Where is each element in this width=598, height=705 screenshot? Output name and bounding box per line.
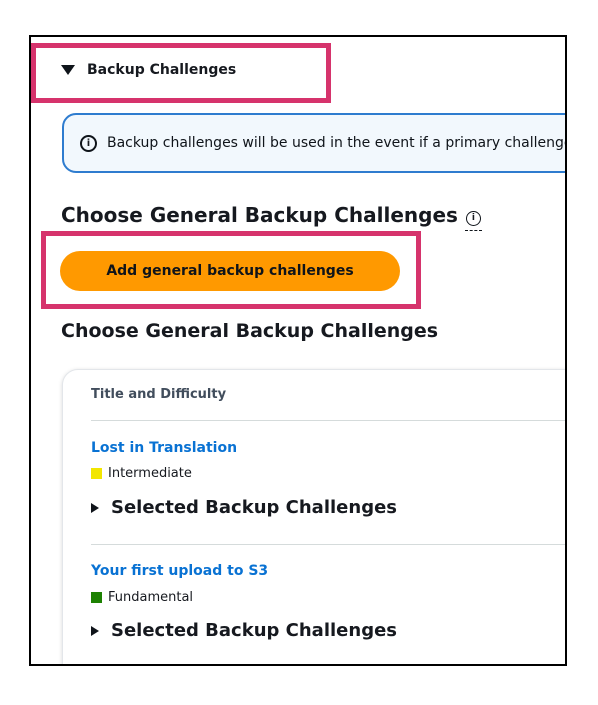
info-alert-text: Backup challenges will be used in the ev… — [107, 135, 567, 151]
difficulty-square-icon — [91, 592, 102, 603]
challenge-title-link[interactable]: Lost in Translation — [91, 440, 237, 456]
backup-challenges-toggle[interactable]: Backup Challenges — [61, 62, 236, 78]
difficulty-square-icon — [91, 468, 102, 479]
selected-backup-expander[interactable]: Selected Backup Challenges — [91, 497, 397, 518]
caret-right-icon — [91, 502, 99, 513]
difficulty-label: Intermediate — [108, 466, 192, 481]
header-divider — [91, 420, 565, 421]
general-backup-heading-text: Choose General Backup Challenges — [61, 203, 458, 227]
expander-label: Selected Backup Challenges — [111, 620, 397, 641]
difficulty-level: Intermediate — [91, 466, 192, 481]
screenshot-frame: Backup Challenges i Backup challenges wi… — [29, 35, 567, 666]
heading-info-icon[interactable]: i — [464, 210, 482, 231]
add-general-backup-button[interactable]: Add general backup challenges — [60, 251, 400, 291]
general-backup-heading: Choose General Backup Challenges i — [61, 203, 482, 231]
challenge-title-link[interactable]: Your first upload to S3 — [91, 563, 268, 579]
info-icon: i — [80, 134, 97, 152]
row-divider — [91, 544, 565, 545]
selected-backup-expander[interactable]: Selected Backup Challenges — [91, 620, 397, 641]
difficulty-label: Fundamental — [108, 590, 194, 605]
column-header-title-difficulty: Title and Difficulty — [91, 387, 227, 402]
info-alert: i Backup challenges will be used in the … — [62, 113, 567, 173]
caret-down-icon — [61, 65, 75, 75]
caret-right-icon — [91, 625, 99, 636]
expander-label: Selected Backup Challenges — [111, 497, 397, 518]
section-title: Backup Challenges — [87, 62, 237, 78]
general-backup-list-heading: Choose General Backup Challenges — [61, 320, 439, 342]
difficulty-level: Fundamental — [91, 590, 193, 605]
